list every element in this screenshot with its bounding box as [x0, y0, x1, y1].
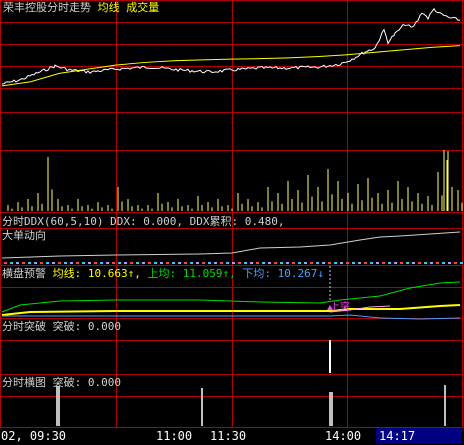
signal-text: 上突 — [330, 302, 350, 313]
alert-upper-label: 上均: — [147, 267, 177, 280]
volume-label: 成交量 — [126, 1, 160, 14]
sideways-label: 突破: — [52, 376, 82, 389]
avg-line-label: 均线 — [97, 1, 120, 14]
big-order-title: 大单动向 — [2, 229, 46, 242]
price-line — [1, 7, 461, 85]
ddx-header: 分时DDX(60,5,10) DDX: 0.000, DDX累积: 0.480, — [2, 215, 284, 228]
ddx-indicator-name: 分时DDX(60,5,10) — [2, 215, 104, 228]
alert-header: 横盘预警 均线: 10.663↑, 上均: 11.059↑, 下均: 10.26… — [2, 267, 324, 280]
ddx-cum-label: DDX累积: — [189, 215, 239, 228]
stock-title: 荣丰控股分时走势 — [3, 1, 91, 14]
alert-lower-label: 下均: — [242, 267, 271, 280]
alert-title: 横盘预警 — [2, 267, 46, 280]
breakout-header: 分时突破 突破: 0.000 — [2, 320, 121, 333]
alert-upper-value: 11.059↑, — [182, 267, 236, 280]
average-line — [1, 45, 461, 87]
time-label-1400: 14:00 — [325, 429, 362, 443]
time-label-start: 02, 09:30 — [1, 429, 67, 443]
sideways-value: 0.000 — [87, 376, 121, 389]
ddx-value: 0.000, — [143, 215, 183, 228]
alert-average-line — [1, 304, 461, 316]
upper-band-line — [1, 281, 461, 313]
price-panel-header: 荣丰控股分时走势 均线 成交量 — [3, 1, 159, 14]
alert-avg-value: 10.663↑, — [87, 267, 141, 280]
sideways-header: 分时横图 突破: 0.000 — [2, 376, 121, 389]
big-order-line — [1, 231, 461, 259]
alert-avg-label: 均线: — [52, 267, 82, 280]
intraday-chart[interactable]: 荣丰控股分时走势 均线 成交量 分时DDX(60,5,10) DDX: 0.00… — [0, 0, 464, 445]
sideways-title: 分时横图 — [2, 376, 46, 389]
alert-lower-value: 10.267↓ — [277, 267, 324, 280]
ddx-value-label: DDX: — [110, 215, 137, 228]
cursor-time-box: 14:17 — [376, 428, 462, 444]
time-label-1130: 11:30 — [210, 429, 247, 443]
ddx-cum-value: 0.480, — [244, 215, 285, 228]
breakout-title: 分时突破 — [2, 320, 46, 333]
time-label-1100: 11:00 — [156, 429, 193, 443]
breakout-label: 突破: — [52, 320, 82, 333]
breakout-value: 0.000 — [87, 320, 121, 333]
